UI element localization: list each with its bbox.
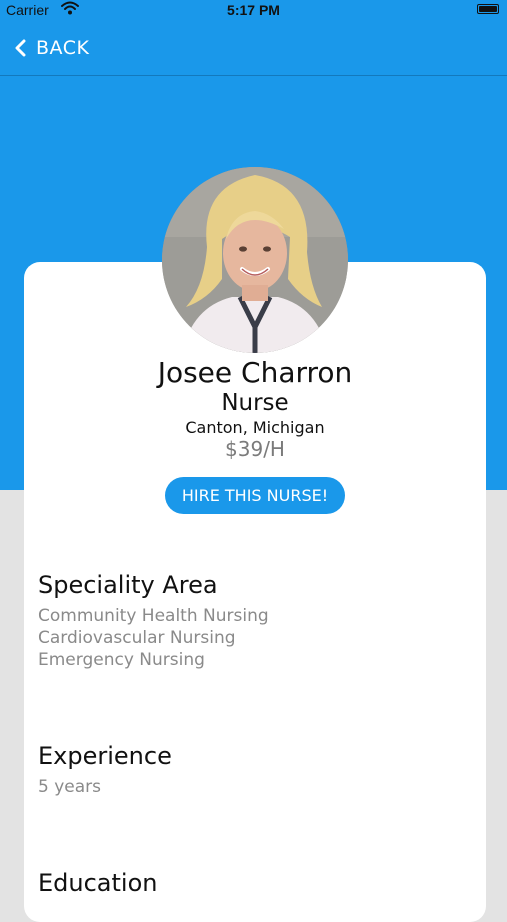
status-time: 5:17 PM — [227, 2, 280, 18]
status-bar: Carrier 5:17 PM — [0, 0, 507, 22]
chevron-left-icon — [15, 39, 26, 57]
education-title: Education — [38, 869, 158, 897]
back-button[interactable]: BACK — [14, 34, 89, 62]
nurse-location: Canton, Michigan — [185, 418, 325, 437]
experience-title: Experience — [38, 742, 172, 770]
hourly-rate: $39/H — [225, 437, 285, 461]
speciality-item: Community Health Nursing — [38, 606, 269, 626]
speciality-area-title: Speciality Area — [38, 571, 218, 599]
nurse-name: Josee Charron — [157, 356, 353, 389]
experience-value: 5 years — [38, 777, 102, 797]
nurse-role: Nurse — [221, 390, 289, 416]
hire-nurse-button[interactable]: HIRE THIS NURSE! — [165, 477, 345, 514]
back-label: BACK — [36, 37, 90, 59]
speciality-item: Cardiovascular Nursing — [38, 628, 236, 648]
speciality-item: Emergency Nursing — [38, 650, 205, 670]
hire-button-label: HIRE THIS NURSE! — [181, 486, 329, 505]
nav-divider — [0, 75, 507, 76]
avatar — [162, 167, 348, 353]
battery-icon — [477, 4, 499, 14]
